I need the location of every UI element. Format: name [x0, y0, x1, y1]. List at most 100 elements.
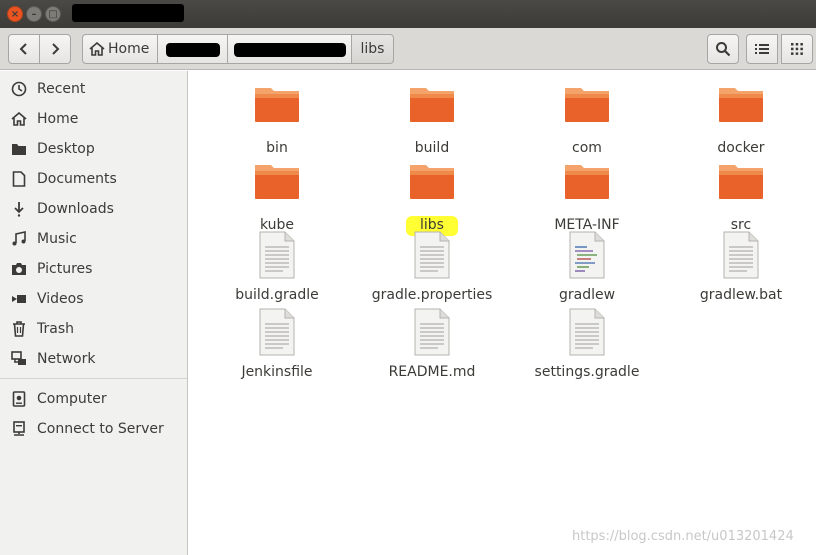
- list-view-button[interactable]: [746, 34, 778, 64]
- breadcrumb: Home libs: [82, 34, 394, 64]
- file-item[interactable]: gradlew.bat: [671, 231, 811, 305]
- search-icon: [716, 42, 731, 57]
- sidebar-item-recent[interactable]: Recent: [0, 74, 187, 104]
- folder-icon: [565, 88, 609, 122]
- sidebar: Recent Home Desktop Documents Downloads …: [0, 71, 188, 555]
- minimize-window-button[interactable]: –: [26, 6, 42, 22]
- folder-item[interactable]: bin: [207, 84, 347, 158]
- computer-icon: [10, 390, 28, 408]
- file-name: settings.gradle: [534, 364, 640, 380]
- sidebar-item-label: Pictures: [37, 261, 93, 277]
- text-file-icon: [414, 231, 450, 279]
- desktop-folder-icon: [10, 140, 28, 158]
- watermark-text: https://blog.csdn.net/u013201424: [572, 529, 794, 544]
- document-icon: [10, 170, 28, 188]
- folder-item-highlighted[interactable]: libs: [362, 161, 502, 236]
- folder-item[interactable]: build: [362, 84, 502, 158]
- video-icon: [10, 290, 28, 308]
- home-icon: [10, 110, 28, 128]
- breadcrumb-current-label: libs: [360, 41, 385, 57]
- breadcrumb-redacted-segment[interactable]: [158, 34, 228, 64]
- trash-icon: [10, 320, 28, 338]
- file-item[interactable]: settings.gradle: [517, 308, 657, 382]
- folder-item[interactable]: META-INF: [517, 161, 657, 235]
- text-file-icon: [569, 308, 605, 356]
- file-item[interactable]: gradle.properties: [362, 231, 502, 305]
- search-button[interactable]: [707, 34, 739, 64]
- sidebar-item-desktop[interactable]: Desktop: [0, 134, 187, 164]
- folder-icon: [410, 165, 454, 199]
- sidebar-item-videos[interactable]: Videos: [0, 284, 187, 314]
- folder-icon: [565, 165, 609, 199]
- sidebar-item-computer[interactable]: Computer: [0, 384, 187, 414]
- sidebar-item-home[interactable]: Home: [0, 104, 187, 134]
- file-item[interactable]: Jenkinsfile: [207, 308, 347, 382]
- file-name: gradlew.bat: [699, 287, 783, 303]
- sidebar-item-label: Downloads: [37, 201, 114, 217]
- sidebar-item-trash[interactable]: Trash: [0, 314, 187, 344]
- file-grid: bin build com docker kube libs META-INF …: [189, 71, 816, 555]
- file-name: Jenkinsfile: [241, 364, 313, 380]
- file-item[interactable]: build.gradle: [207, 231, 347, 305]
- grid-view-button[interactable]: [781, 34, 813, 64]
- text-file-icon: [259, 231, 295, 279]
- toolbar: Home libs: [0, 28, 816, 70]
- sidebar-item-label: Network: [37, 351, 96, 367]
- list-view-icon: [755, 44, 769, 54]
- folder-icon: [719, 88, 763, 122]
- sidebar-item-label: Documents: [37, 171, 117, 187]
- sidebar-item-label: Home: [37, 111, 79, 127]
- server-icon: [10, 420, 28, 438]
- sidebar-item-documents[interactable]: Documents: [0, 164, 187, 194]
- sidebar-item-connect-to-server[interactable]: Connect to Server: [0, 414, 187, 444]
- sidebar-item-label: Recent: [37, 81, 86, 97]
- clock-icon: [10, 80, 28, 98]
- sidebar-item-label: Trash: [37, 321, 74, 337]
- file-name: gradlew: [558, 287, 616, 303]
- home-icon: [89, 42, 105, 56]
- breadcrumb-home-label: Home: [108, 41, 150, 57]
- sidebar-item-label: Music: [37, 231, 77, 247]
- sidebar-item-label: Computer: [37, 391, 107, 407]
- text-file-icon: [259, 308, 295, 356]
- sidebar-item-label: Videos: [37, 291, 84, 307]
- sidebar-item-downloads[interactable]: Downloads: [0, 194, 187, 224]
- sidebar-item-label: Connect to Server: [37, 421, 164, 437]
- folder-item[interactable]: kube: [207, 161, 347, 235]
- sidebar-item-network[interactable]: Network: [0, 344, 187, 374]
- close-window-button[interactable]: ×: [7, 6, 23, 22]
- chevron-left-icon: [19, 43, 27, 55]
- file-name: README.md: [388, 364, 476, 380]
- breadcrumb-home[interactable]: Home: [82, 34, 158, 64]
- maximize-window-button[interactable]: □: [45, 6, 61, 22]
- file-name: bin: [266, 140, 288, 156]
- back-button[interactable]: [8, 34, 40, 64]
- folder-icon: [410, 88, 454, 122]
- title-bar: × – □: [0, 0, 816, 28]
- file-name: build: [414, 140, 450, 156]
- network-icon: [10, 350, 28, 368]
- text-file-icon: [414, 308, 450, 356]
- redacted-window-title: [72, 4, 184, 22]
- file-item[interactable]: README.md: [362, 308, 502, 382]
- forward-button[interactable]: [39, 34, 71, 64]
- file-item[interactable]: gradlew: [517, 231, 657, 305]
- camera-icon: [10, 260, 28, 278]
- file-name: build.gradle: [235, 287, 319, 303]
- folder-icon: [255, 88, 299, 122]
- breadcrumb-redacted-segment[interactable]: [228, 34, 352, 64]
- file-name: docker: [717, 140, 765, 156]
- breadcrumb-current[interactable]: libs: [352, 34, 394, 64]
- redacted-path-segment: [234, 43, 346, 57]
- script-file-icon: [569, 231, 605, 279]
- folder-item[interactable]: com: [517, 84, 657, 158]
- sidebar-item-pictures[interactable]: Pictures: [0, 254, 187, 284]
- sidebar-item-music[interactable]: Music: [0, 224, 187, 254]
- chevron-right-icon: [52, 43, 60, 55]
- redacted-path-segment: [166, 43, 220, 57]
- file-name: com: [572, 140, 602, 156]
- music-icon: [10, 230, 28, 248]
- text-file-icon: [723, 231, 759, 279]
- folder-item[interactable]: docker: [671, 84, 811, 158]
- folder-item[interactable]: src: [671, 161, 811, 235]
